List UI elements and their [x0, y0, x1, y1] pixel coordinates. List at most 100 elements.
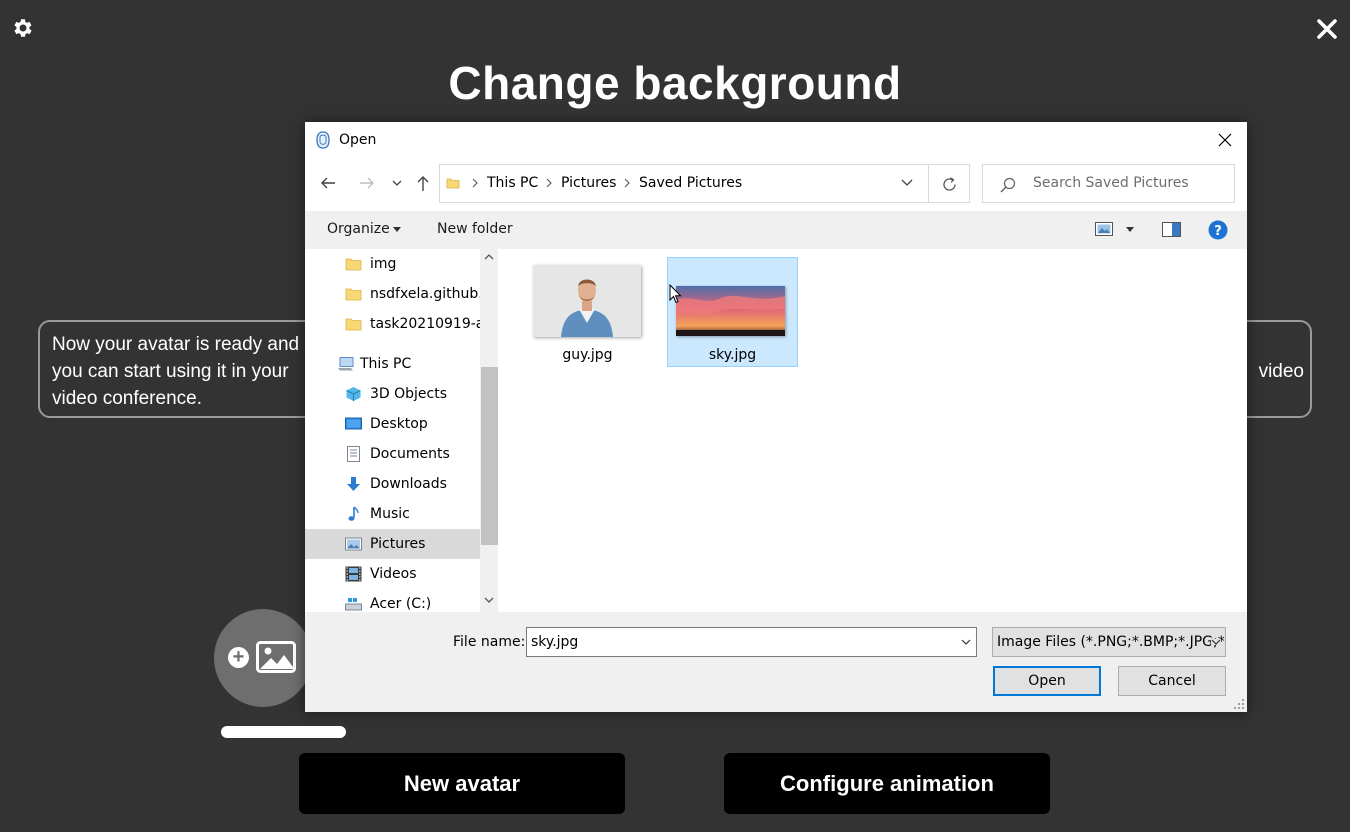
- nav-item-music[interactable]: Music: [305, 499, 480, 529]
- navigation-row: This PC Pictures Saved Pictures Search S…: [305, 164, 1247, 204]
- search-placeholder: Search Saved Pictures: [1033, 175, 1189, 191]
- nav-item-desktop[interactable]: Desktop: [305, 409, 480, 439]
- scrollbar-thumb[interactable]: [481, 367, 498, 545]
- up-arrow-icon[interactable]: [415, 174, 431, 192]
- app-logo-icon: [316, 131, 330, 149]
- dialog-titlebar[interactable]: Open: [305, 122, 1247, 158]
- computer-icon: [338, 357, 354, 371]
- refresh-button[interactable]: [929, 164, 970, 203]
- picture-icon: [345, 537, 362, 551]
- nav-item-label: Desktop: [370, 416, 428, 432]
- breadcrumb-pictures[interactable]: Pictures: [561, 175, 616, 191]
- file-type-dropdown-icon[interactable]: [1211, 639, 1221, 645]
- settings-gear-icon[interactable]: [11, 16, 35, 40]
- organize-menu[interactable]: Organize: [327, 221, 390, 237]
- breadcrumb-chevron-icon[interactable]: [622, 177, 632, 189]
- folder-icon: [345, 318, 362, 331]
- nav-item-nsdfxela[interactable]: nsdfxela.github.io: [305, 279, 495, 309]
- navigation-pane: img nsdfxela.github.io task20210919-ak T…: [305, 249, 498, 612]
- nav-item-label: img: [370, 256, 397, 272]
- dialog-close-icon[interactable]: [1217, 132, 1233, 148]
- scroll-up-icon[interactable]: [484, 254, 494, 260]
- image-icon: [256, 641, 296, 673]
- cube-icon: [346, 387, 361, 401]
- nav-item-img[interactable]: img: [305, 249, 480, 279]
- back-arrow-icon[interactable]: [319, 174, 337, 192]
- file-item-sky[interactable]: sky.jpg: [667, 257, 798, 367]
- nav-item-downloads[interactable]: Downloads: [305, 469, 480, 499]
- address-dropdown-icon[interactable]: [900, 177, 914, 189]
- nav-item-3d-objects[interactable]: 3D Objects: [305, 379, 480, 409]
- change-view-icon[interactable]: [1095, 222, 1113, 236]
- breadcrumb-this-pc[interactable]: This PC: [487, 175, 538, 191]
- file-name-value: sky.jpg: [531, 634, 579, 650]
- guy-thumbnail: [533, 265, 641, 337]
- dialog-footer: File name: sky.jpg Image Files (*.PNG;*.…: [305, 612, 1247, 712]
- view-dropdown-arrow-icon[interactable]: [1126, 227, 1134, 232]
- refresh-icon: [943, 177, 956, 191]
- page-title: Change background: [448, 57, 902, 109]
- preview-pane-icon[interactable]: [1162, 222, 1181, 237]
- scroll-down-icon[interactable]: [484, 597, 494, 603]
- info-message-text: Now your avatar is ready and you can sta…: [52, 334, 300, 409]
- download-arrow-icon: [347, 477, 360, 491]
- address-bar[interactable]: This PC Pictures Saved Pictures: [439, 164, 929, 203]
- nav-item-label: Acer (C:): [370, 596, 432, 612]
- resize-grip-icon[interactable]: [1233, 698, 1245, 710]
- app-close-icon[interactable]: [1315, 17, 1339, 41]
- file-item-guy[interactable]: guy.jpg: [522, 257, 653, 367]
- nav-item-label: Videos: [370, 566, 417, 582]
- upload-background-button[interactable]: +: [214, 609, 312, 707]
- dialog-title: Open: [339, 132, 377, 148]
- nav-item-acer-c[interactable]: Acer (C:): [305, 589, 480, 612]
- new-folder-button[interactable]: New folder: [437, 221, 513, 237]
- nav-item-pictures[interactable]: Pictures: [305, 529, 480, 559]
- folder-icon: [345, 258, 362, 271]
- breadcrumb-chevron-icon[interactable]: [544, 177, 554, 189]
- dropdown-arrow-icon[interactable]: [393, 227, 401, 232]
- nav-item-label: 3D Objects: [370, 386, 448, 402]
- file-name: sky.jpg: [708, 347, 757, 363]
- info-message-text-right: video: [1258, 361, 1304, 382]
- svg-text:?: ?: [1214, 224, 1222, 239]
- search-input[interactable]: Search Saved Pictures: [982, 164, 1235, 203]
- nav-item-label: task20210919-ak: [370, 316, 493, 332]
- configure-animation-button[interactable]: Configure animation: [724, 753, 1050, 814]
- sky-thumbnail: [676, 286, 785, 336]
- film-icon: [345, 566, 362, 582]
- search-icon: [1000, 177, 1016, 193]
- breadcrumb-saved-pictures[interactable]: Saved Pictures: [639, 175, 742, 191]
- file-type-value: Image Files (*.PNG;*.BMP;*.JPG;*.JPEG): [997, 634, 1225, 650]
- nav-item-videos[interactable]: Videos: [305, 559, 480, 589]
- file-name-input[interactable]: sky.jpg: [526, 627, 977, 657]
- file-name: guy.jpg: [562, 347, 613, 363]
- nav-item-documents[interactable]: Documents: [305, 439, 480, 469]
- desktop-icon: [345, 417, 362, 430]
- nav-item-label: Pictures: [370, 536, 426, 552]
- file-name-label: File name:: [453, 634, 526, 650]
- file-name-dropdown-icon[interactable]: [961, 639, 971, 645]
- file-type-select[interactable]: Image Files (*.PNG;*.BMP;*.JPG;*.JPEG): [992, 627, 1226, 657]
- forward-arrow-icon[interactable]: [358, 174, 376, 192]
- new-avatar-button[interactable]: New avatar: [299, 753, 625, 814]
- open-button[interactable]: Open: [993, 666, 1101, 696]
- nav-item-label: Music: [370, 506, 410, 522]
- nav-item-this-pc[interactable]: This PC: [305, 349, 480, 379]
- nav-item-label: This PC: [360, 356, 412, 372]
- breadcrumb-chevron-icon[interactable]: [470, 177, 480, 189]
- command-bar: Organize New folder ?: [305, 211, 1247, 249]
- plus-icon: +: [228, 647, 249, 668]
- nav-item-label: Downloads: [370, 476, 447, 492]
- drive-icon: [345, 598, 362, 611]
- music-note-icon: [348, 506, 359, 521]
- cancel-button[interactable]: Cancel: [1118, 666, 1226, 696]
- mouse-cursor-icon: [669, 284, 682, 304]
- nav-item-label: nsdfxela.github.io: [370, 286, 496, 302]
- upload-progress-bar: [221, 726, 346, 738]
- nav-item-task[interactable]: task20210919-ak: [305, 309, 492, 339]
- nav-scrollbar[interactable]: [480, 249, 498, 612]
- nav-item-label: Documents: [370, 446, 450, 462]
- folder-icon: [446, 178, 460, 189]
- recent-locations-chevron-icon[interactable]: [391, 176, 403, 190]
- help-icon[interactable]: ?: [1208, 220, 1228, 240]
